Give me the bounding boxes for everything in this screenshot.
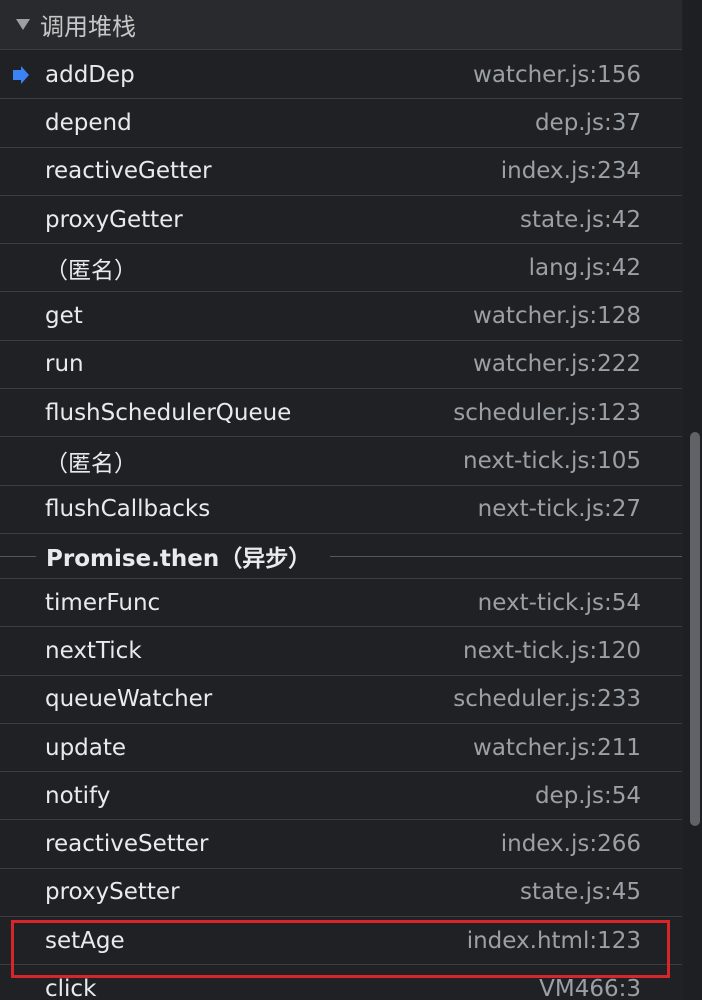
call-stack-header[interactable]: 调用堆栈 (0, 0, 682, 50)
frame-function-name: get (45, 303, 83, 330)
stack-frame[interactable]: run watcher.js:222 (0, 341, 682, 390)
frame-source-location[interactable]: state.js:42 (520, 207, 641, 233)
stack-frame[interactable]: nextTick next-tick.js:120 (0, 627, 682, 676)
frame-source-location[interactable]: scheduler.js:233 (453, 686, 641, 712)
stack-frame[interactable]: （匿名） next-tick.js:105 (0, 437, 682, 486)
frame-source-location[interactable]: watcher.js:222 (473, 351, 641, 377)
frame-source-location[interactable]: dep.js:54 (535, 783, 641, 809)
call-stack-panel: 调用堆栈 addDep watcher.js:156 depend dep.js:37… (0, 0, 702, 1000)
frame-function-name: run (45, 351, 84, 378)
frame-source-location[interactable]: watcher.js:211 (473, 735, 641, 761)
current-frame-arrow-icon (13, 65, 29, 84)
frame-function-name: update (45, 734, 127, 761)
stack-frame[interactable]: get watcher.js:128 (0, 292, 682, 341)
stack-frame[interactable]: proxyGetter state.js:42 (0, 196, 682, 245)
stack-frame[interactable]: setAge index.html:123 (0, 917, 682, 966)
stack-frame[interactable]: click VM466:3 (0, 965, 682, 1000)
frame-function-name: addDep (45, 61, 135, 88)
frame-source-location[interactable]: watcher.js:128 (473, 303, 641, 329)
separator-line (330, 555, 682, 557)
frame-source-location[interactable]: state.js:45 (520, 879, 641, 905)
frame-source-location[interactable]: index.html:123 (467, 928, 641, 954)
scrollbar-thumb[interactable] (690, 432, 700, 826)
frame-function-name: notify (45, 782, 111, 809)
frame-source-location[interactable]: VM466:3 (539, 976, 641, 1000)
frame-source-location[interactable]: next-tick.js:120 (463, 638, 641, 664)
stack-frame[interactable]: notify dep.js:54 (0, 772, 682, 821)
frame-source-location[interactable]: index.js:266 (501, 831, 641, 857)
frame-source-location[interactable]: next-tick.js:105 (463, 448, 641, 474)
stack-frame[interactable]: addDep watcher.js:156 (0, 51, 682, 100)
stack-frame[interactable]: timerFunc next-tick.js:54 (0, 579, 682, 628)
frame-function-name: proxySetter (45, 879, 180, 906)
frame-function-name: flushSchedulerQueue (45, 399, 292, 426)
frame-function-name: （匿名） (45, 451, 137, 478)
separator-line (0, 555, 36, 557)
stack-frame[interactable]: proxySetter state.js:45 (0, 869, 682, 918)
frame-source-location[interactable]: index.js:234 (501, 158, 641, 184)
stack-frame[interactable]: flushSchedulerQueue scheduler.js:123 (0, 389, 682, 438)
frame-function-name: flushCallbacks (45, 496, 211, 523)
frame-source-location[interactable]: lang.js:42 (529, 255, 641, 281)
frame-function-name: setAge (45, 927, 125, 954)
stack-frame[interactable]: reactiveGetter index.js:234 (0, 148, 682, 196)
frame-function-name: queueWatcher (45, 686, 213, 713)
frame-function-name: depend (45, 109, 132, 136)
frame-source-location[interactable]: scheduler.js:123 (453, 400, 641, 426)
stack-frame[interactable]: queueWatcher scheduler.js:233 (0, 676, 682, 724)
frame-source-location[interactable]: dep.js:37 (535, 110, 641, 136)
collapse-triangle-icon[interactable] (16, 19, 30, 30)
frame-function-name: reactiveSetter (45, 831, 209, 858)
frame-function-name: click (45, 975, 97, 1000)
section-title: 调用堆栈 (40, 13, 136, 41)
call-stack-list: addDep watcher.js:156 depend dep.js:37 react… (0, 51, 682, 1000)
stack-frame[interactable]: reactiveSetter index.js:266 (0, 820, 682, 869)
async-separator-label: Promise.then（异步） (46, 545, 312, 572)
async-separator: Promise.then（异步） (0, 534, 682, 579)
frame-function-name: timerFunc (45, 589, 161, 616)
frame-function-name: （匿名） (45, 257, 137, 284)
frame-source-location[interactable]: next-tick.js:27 (478, 496, 641, 522)
frame-source-location[interactable]: watcher.js:156 (473, 62, 641, 88)
stack-frame[interactable]: （匿名） lang.js:42 (0, 244, 682, 293)
frame-function-name: nextTick (45, 637, 142, 664)
stack-frame[interactable]: flushCallbacks next-tick.js:27 (0, 486, 682, 534)
frame-function-name: reactiveGetter (45, 158, 212, 185)
frame-source-location[interactable]: next-tick.js:54 (478, 590, 641, 616)
stack-frame[interactable]: depend dep.js:37 (0, 99, 682, 148)
stack-frame[interactable]: update watcher.js:211 (0, 724, 682, 773)
frame-function-name: proxyGetter (45, 206, 183, 233)
